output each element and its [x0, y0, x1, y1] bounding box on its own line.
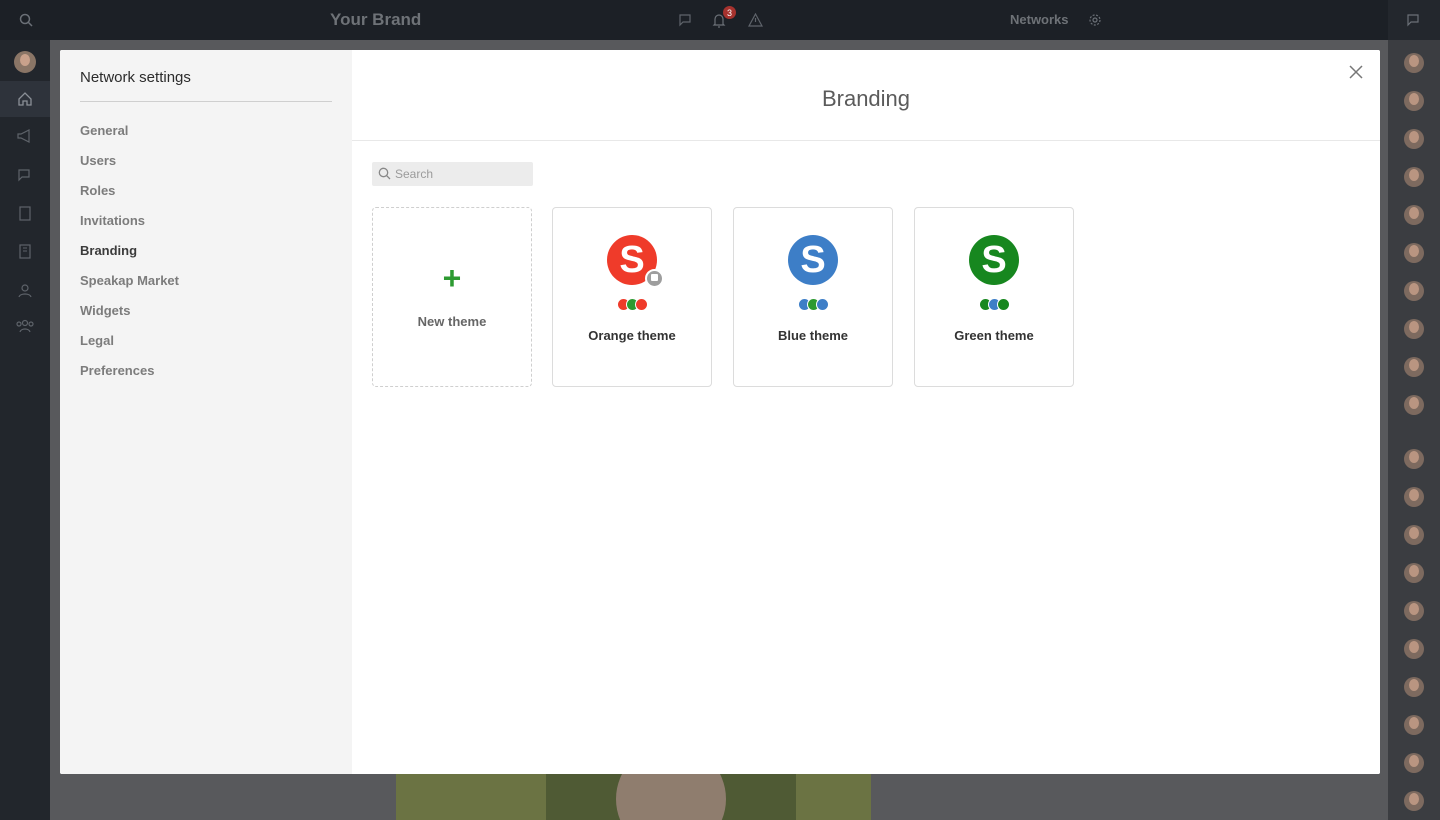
color-swatch	[635, 298, 648, 311]
theme-name: Blue theme	[777, 328, 849, 343]
lock-icon	[645, 269, 664, 288]
background-post-image	[396, 774, 871, 820]
contact-avatar[interactable]	[1404, 395, 1424, 415]
color-swatches	[617, 298, 651, 311]
color-swatch	[997, 298, 1010, 311]
search-box	[372, 162, 533, 186]
theme-name: Green theme	[954, 328, 1034, 343]
contact-avatar[interactable]	[1404, 639, 1424, 659]
chat-icon[interactable]	[1388, 0, 1440, 40]
search-icon[interactable]	[16, 10, 36, 30]
nav-item-users[interactable]: Users	[80, 153, 116, 168]
notification-badge: 3	[723, 6, 736, 19]
contact-avatar[interactable]	[1404, 167, 1424, 187]
color-swatches	[979, 298, 1013, 311]
new-theme-label: New theme	[417, 314, 487, 329]
search-icon	[378, 167, 391, 185]
contact-avatar[interactable]	[1404, 357, 1424, 377]
home-icon[interactable]	[0, 81, 50, 117]
contact-avatar[interactable]	[1404, 205, 1424, 225]
settings-title: Network settings	[80, 69, 191, 86]
divider	[80, 101, 332, 102]
user-icon[interactable]	[0, 272, 50, 308]
left-sidebar	[0, 40, 50, 820]
nav-item-branding[interactable]: Branding	[80, 243, 137, 258]
color-swatches	[798, 298, 832, 311]
theme-logo: S	[788, 235, 838, 285]
contact-avatar[interactable]	[1404, 601, 1424, 621]
nav-item-widgets[interactable]: Widgets	[80, 303, 130, 318]
theme-logo: S	[969, 235, 1019, 285]
close-button[interactable]	[1346, 62, 1366, 82]
nav-item-preferences[interactable]: Preferences	[80, 363, 154, 378]
top-navigation-bar: Your Brand 3 Networks	[0, 0, 1440, 40]
contact-avatar[interactable]	[1404, 677, 1424, 697]
contact-avatar[interactable]	[1404, 791, 1424, 811]
contact-avatar[interactable]	[1404, 715, 1424, 735]
settings-sidebar: Network settings General Users Roles Inv…	[60, 50, 352, 774]
megaphone-icon[interactable]	[0, 118, 50, 154]
nav-item-general[interactable]: General	[80, 123, 128, 138]
contact-avatar[interactable]	[1404, 319, 1424, 339]
contact-avatar[interactable]	[1404, 281, 1424, 301]
building-icon[interactable]	[0, 233, 50, 269]
contact-avatar[interactable]	[1404, 53, 1424, 73]
theme-name: Orange theme	[588, 328, 676, 343]
theme-card-orange[interactable]: S Orange theme	[552, 207, 712, 387]
chat-icon[interactable]	[0, 157, 50, 193]
nav-item-roles[interactable]: Roles	[80, 183, 115, 198]
contact-avatar[interactable]	[1404, 753, 1424, 773]
contact-avatar[interactable]	[1404, 487, 1424, 507]
contact-avatar[interactable]	[1404, 449, 1424, 469]
gear-icon[interactable]	[1085, 10, 1105, 30]
nav-item-legal[interactable]: Legal	[80, 333, 114, 348]
branding-panel: Branding + New theme S Orange theme	[352, 50, 1380, 774]
chat-icon[interactable]	[676, 10, 696, 30]
document-icon[interactable]	[0, 195, 50, 231]
warning-icon[interactable]	[745, 10, 765, 30]
contact-avatar[interactable]	[1404, 563, 1424, 583]
color-swatch	[816, 298, 829, 311]
brand-name[interactable]: Your Brand	[330, 10, 421, 30]
nav-item-speakap-market[interactable]: Speakap Market	[80, 273, 179, 288]
theme-card-green[interactable]: S Green theme	[914, 207, 1074, 387]
group-icon[interactable]	[0, 308, 50, 344]
contact-avatar[interactable]	[1404, 525, 1424, 545]
user-avatar[interactable]	[0, 44, 50, 80]
theme-card-blue[interactable]: S Blue theme	[733, 207, 893, 387]
page-title: Branding	[821, 86, 911, 111]
contact-avatar[interactable]	[1404, 243, 1424, 263]
networks-link[interactable]: Networks	[1010, 12, 1069, 27]
contact-avatar[interactable]	[1404, 129, 1424, 149]
new-theme-card[interactable]: + New theme	[372, 207, 532, 387]
search-input[interactable]	[395, 162, 527, 186]
contact-avatar[interactable]	[1404, 91, 1424, 111]
close-icon	[1349, 65, 1363, 79]
nav-item-invitations[interactable]: Invitations	[80, 213, 145, 228]
plus-icon: +	[442, 260, 462, 296]
network-settings-modal: Network settings General Users Roles Inv…	[60, 50, 1380, 774]
panel-header: Branding	[352, 50, 1380, 141]
